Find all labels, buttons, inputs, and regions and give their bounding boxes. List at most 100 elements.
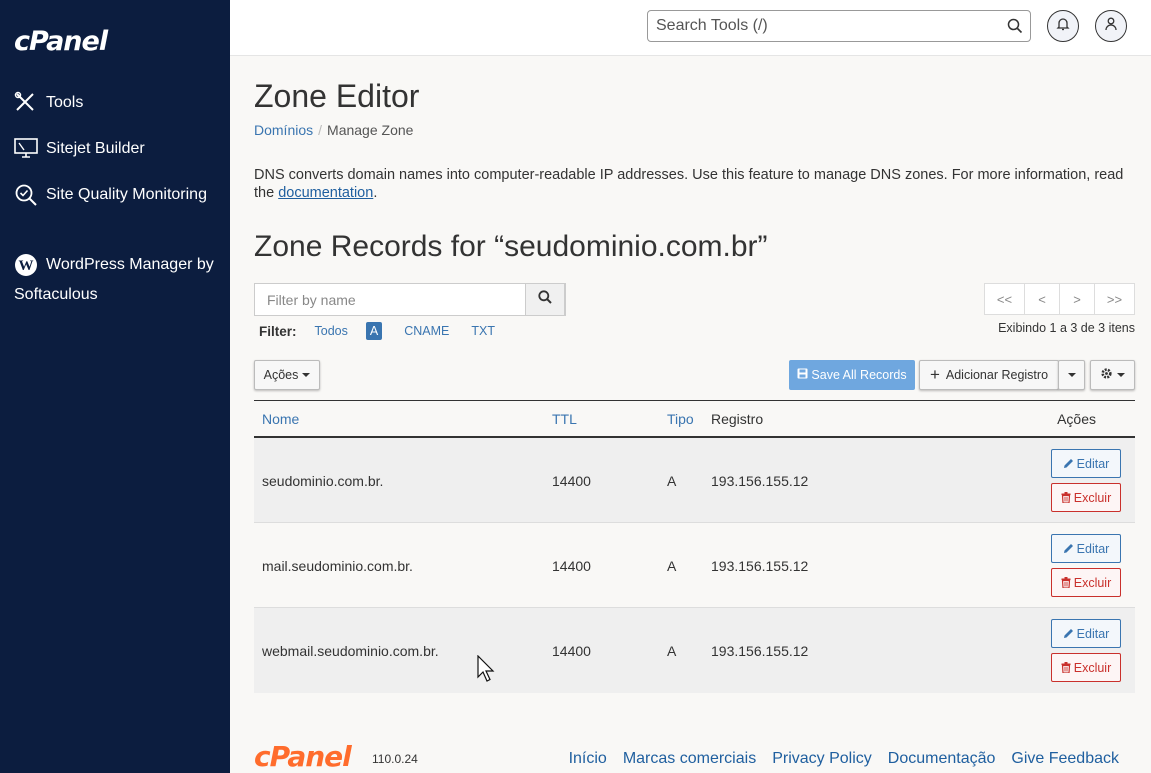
- add-record-button[interactable]: + Adicionar Registro: [919, 360, 1059, 390]
- sidebar-item-label: Sitejet Builder: [46, 140, 145, 157]
- filter-box: [254, 283, 566, 316]
- filter-search-button[interactable]: [525, 283, 565, 316]
- monitor-icon: [14, 137, 38, 161]
- record-value: 193.156.155.12: [711, 643, 809, 659]
- record-type: A: [667, 558, 677, 574]
- delete-button[interactable]: Excluir: [1051, 483, 1121, 512]
- type-filter: Filter: Todos A CNAME TXT: [259, 322, 517, 340]
- pencil-icon: [1063, 459, 1073, 468]
- record-ttl: 14400: [552, 643, 591, 659]
- filter-input[interactable]: [255, 284, 525, 315]
- breadcrumb-current: Manage Zone: [327, 122, 414, 138]
- filter-option-todos[interactable]: Todos: [315, 324, 348, 338]
- notifications-button[interactable]: [1047, 10, 1079, 42]
- footer-link-documentation[interactable]: Documentação: [888, 750, 996, 768]
- column-header-ttl[interactable]: TTL: [552, 411, 577, 427]
- last-page-button[interactable]: >>: [1094, 283, 1135, 315]
- table-row: webmail.seudominio.com.br. 14400 A 193.1…: [254, 608, 1135, 693]
- breadcrumb-separator: /: [318, 122, 323, 138]
- sidebar-item-label: WordPress Manager by Softaculous: [14, 256, 214, 303]
- search-input[interactable]: [648, 11, 988, 41]
- save-all-label: Save All Records: [811, 368, 907, 382]
- sidebar-item-label: Site Quality Monitoring: [46, 186, 207, 203]
- cpanel-version: 110.0.24: [372, 752, 418, 766]
- caret-down-icon: [1067, 373, 1076, 377]
- save-all-records-button[interactable]: Save All Records: [789, 360, 915, 390]
- pencil-icon: [1063, 544, 1073, 553]
- record-value: 193.156.155.12: [711, 473, 809, 489]
- next-page-button[interactable]: >: [1059, 283, 1095, 315]
- footer-link-privacy[interactable]: Privacy Policy: [772, 750, 872, 768]
- delete-button[interactable]: Excluir: [1051, 653, 1121, 682]
- edit-button[interactable]: Editar: [1051, 449, 1121, 478]
- trash-icon: [1061, 577, 1071, 588]
- column-header-record: Registro: [711, 411, 764, 427]
- footer-link-home[interactable]: Início: [569, 750, 607, 768]
- breadcrumb: Domínios / Manage Zone: [254, 122, 413, 138]
- footer: cPanel 110.0.24 Início Marcas comerciais…: [254, 740, 1135, 773]
- search-icon[interactable]: [1007, 18, 1023, 34]
- filter-option-cname[interactable]: CNAME: [404, 324, 449, 338]
- record-name: seudominio.com.br.: [262, 473, 384, 489]
- gear-icon: [1100, 367, 1113, 383]
- add-record-label: Adicionar Registro: [945, 368, 1049, 382]
- footer-link-trademarks[interactable]: Marcas comerciais: [623, 750, 756, 768]
- table-header: Nome TTL Tipo Registro Ações: [254, 400, 1135, 438]
- column-header-type[interactable]: Tipo: [667, 411, 694, 427]
- footer-links: Início Marcas comerciais Privacy Policy …: [553, 750, 1119, 768]
- sidebar-item-sitejet[interactable]: Sitejet Builder: [14, 134, 236, 164]
- save-icon: [797, 368, 808, 382]
- filter-option-txt[interactable]: TXT: [471, 324, 495, 338]
- caret-down-icon: [302, 373, 311, 377]
- delete-button[interactable]: Excluir: [1051, 568, 1121, 597]
- sidebar-item-tools[interactable]: Tools: [14, 88, 236, 118]
- trash-icon: [1061, 492, 1071, 503]
- record-name: webmail.seudominio.com.br.: [262, 643, 439, 659]
- actions-label: Ações: [263, 368, 299, 382]
- user-icon: [1104, 17, 1118, 36]
- delete-label: Excluir: [1073, 575, 1112, 590]
- table-row: seudominio.com.br. 14400 A 193.156.155.1…: [254, 438, 1135, 523]
- column-header-name[interactable]: Nome: [262, 411, 299, 427]
- record-name: mail.seudominio.com.br.: [262, 558, 413, 574]
- add-record-dropdown-toggle[interactable]: [1058, 360, 1085, 390]
- filter-option-a[interactable]: A: [365, 322, 383, 340]
- prev-page-button[interactable]: <: [1024, 283, 1060, 315]
- record-type: A: [667, 643, 677, 659]
- delete-label: Excluir: [1073, 660, 1112, 675]
- top-header: [230, 0, 1151, 56]
- footer-cpanel-logo[interactable]: cPanel: [254, 740, 352, 773]
- user-menu-button[interactable]: [1095, 10, 1127, 42]
- settings-dropdown-button[interactable]: [1090, 360, 1135, 390]
- pagination: << < > >>: [984, 283, 1135, 315]
- search-icon: [538, 290, 552, 309]
- first-page-button[interactable]: <<: [984, 283, 1025, 315]
- filter-label: Filter:: [259, 323, 297, 339]
- record-value: 193.156.155.12: [711, 558, 809, 574]
- page-title: Zone Editor: [254, 78, 420, 114]
- cpanel-logo[interactable]: cPanel: [14, 26, 108, 57]
- column-header-actions: Ações: [1057, 411, 1096, 427]
- sidebar-item-label: Tools: [46, 94, 84, 111]
- breadcrumb-domains[interactable]: Domínios: [254, 122, 313, 138]
- sidebar-item-site-quality[interactable]: Site Quality Monitoring: [14, 180, 214, 210]
- edit-button[interactable]: Editar: [1051, 619, 1121, 648]
- tools-icon: [14, 91, 38, 115]
- pencil-icon: [1063, 629, 1073, 638]
- zone-records-title: Zone Records for “seudominio.com.br”: [254, 230, 768, 263]
- documentation-link[interactable]: documentation: [278, 185, 373, 201]
- delete-label: Excluir: [1073, 490, 1112, 505]
- edit-label: Editar: [1076, 456, 1110, 471]
- search-tools: [647, 10, 1031, 42]
- bell-icon: [1056, 17, 1070, 36]
- trash-icon: [1061, 662, 1071, 673]
- edit-button[interactable]: Editar: [1051, 534, 1121, 563]
- caret-down-icon: [1117, 373, 1125, 377]
- footer-link-feedback[interactable]: Give Feedback: [1011, 750, 1119, 768]
- actions-dropdown-button[interactable]: Ações: [254, 360, 320, 390]
- zone-records-table: Nome TTL Tipo Registro Ações seudominio.…: [254, 400, 1135, 693]
- description-text: DNS converts domain names into computer-…: [254, 167, 1124, 201]
- plus-icon: +: [929, 365, 940, 384]
- page-description: DNS converts domain names into computer-…: [254, 166, 1135, 202]
- sidebar-item-wordpress[interactable]: W WordPress Manager by Softaculous: [14, 250, 214, 310]
